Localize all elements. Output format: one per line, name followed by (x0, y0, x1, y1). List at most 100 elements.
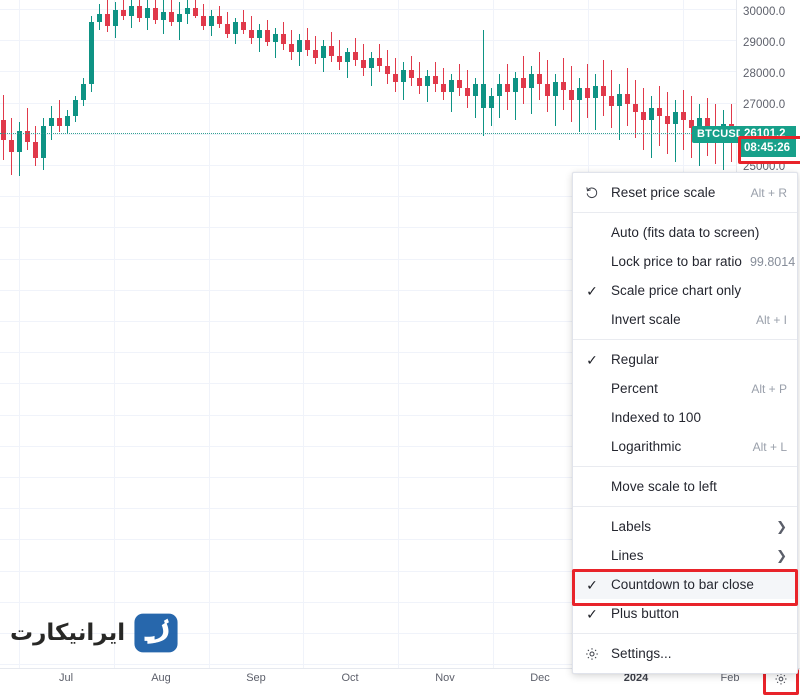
menu-item-label: Reset price scale (611, 185, 716, 200)
candle-body (185, 8, 190, 14)
menu-item-move-scale-to-left[interactable]: Move scale to left (573, 472, 797, 501)
menu-item-label: Invert scale (611, 312, 681, 327)
candle-body (665, 116, 670, 124)
menu-item-reset-price-scale[interactable]: Reset price scale Alt + R (573, 178, 797, 207)
menu-group: Reset price scale Alt + R (573, 173, 797, 212)
candle-body (601, 86, 606, 96)
candle-body (225, 24, 230, 34)
time-tick-label: Nov (435, 672, 455, 684)
candle-body (353, 52, 358, 60)
menu-group: Labels ❯ Lines ❯ ✓ Countdown to bar close ✓ Plu… (572, 507, 798, 633)
menu-item-settings[interactable]: Settings... (573, 639, 797, 668)
candle-body (49, 118, 54, 126)
candle-body (417, 78, 422, 86)
candle-wick (619, 84, 620, 140)
candle-body (641, 112, 646, 120)
candle-wick (659, 86, 660, 146)
menu-item-label: Labels (611, 519, 652, 534)
candle-body (393, 74, 398, 82)
candle-body (369, 58, 374, 68)
check-icon: ✓ (586, 576, 598, 593)
menu-group: Auto (fits data to screen) Lock price to … (573, 213, 797, 339)
time-tick-label: Sep (246, 672, 266, 684)
candle-body (145, 8, 150, 18)
candle-body (57, 118, 62, 126)
candle-body (81, 84, 86, 100)
candle-body (449, 80, 454, 92)
candle-wick (595, 74, 596, 130)
candle-body (521, 78, 526, 88)
menu-item-plus-button[interactable]: ✓ Plus button (573, 599, 797, 628)
time-tick-label: Jul (58, 672, 74, 684)
candle-body (177, 14, 182, 22)
candle-body (73, 100, 78, 116)
candle-body (513, 78, 518, 92)
countdown-tag[interactable]: 08:45:26 (740, 140, 796, 157)
candle-body (553, 82, 558, 96)
price-tick-label: 30000.0 (743, 6, 786, 18)
menu-item-scale-price-chart-only[interactable]: ✓ Scale price chart only (573, 276, 797, 305)
candle-body (497, 84, 502, 96)
candle-body (593, 86, 598, 98)
candle-body (217, 16, 222, 24)
candle-body (633, 104, 638, 112)
candle-wick (275, 28, 276, 58)
menu-item-percent[interactable]: Percent Alt + P (573, 374, 797, 403)
candle-body (441, 84, 446, 92)
reset-icon (573, 178, 611, 207)
candle-wick (59, 100, 60, 132)
candle-body (681, 112, 686, 120)
menu-item-labels[interactable]: Labels ❯ (573, 512, 797, 541)
menu-item-label: Settings... (611, 646, 672, 661)
menu-item-regular[interactable]: ✓ Regular (573, 345, 797, 374)
candle-body (385, 66, 390, 74)
candle-body (361, 60, 366, 68)
candle-body (705, 118, 710, 126)
time-tick-label: Aug (151, 672, 171, 684)
candle-body (201, 16, 206, 26)
price-scale-context-menu[interactable]: Reset price scale Alt + R Auto (fits data … (572, 172, 798, 674)
menu-item-label: Scale price chart only (611, 283, 742, 298)
menu-item-indexed-to-100[interactable]: Indexed to 100 (573, 403, 797, 432)
menu-group: ✓ Regular Percent Alt + P Indexed to 100 Loga… (573, 340, 797, 466)
menu-item-icon-slot (573, 472, 611, 501)
candle-wick (27, 108, 28, 150)
candle-body (209, 16, 214, 26)
iranicard-logo-icon (134, 613, 178, 653)
candle-body (297, 40, 302, 52)
candle-body (329, 46, 334, 56)
menu-item-icon-slot (573, 403, 611, 432)
candle-body (545, 84, 550, 96)
menu-item-icon-slot (573, 374, 611, 403)
candle-body (409, 70, 414, 78)
candle-wick (651, 96, 652, 158)
candle-body (249, 30, 254, 38)
candle-body (313, 50, 318, 58)
menu-item-value: 99.8014 (749, 254, 796, 269)
menu-item-shortcut: Alt + P (751, 381, 787, 396)
candle-wick (675, 100, 676, 162)
candle-body (41, 126, 46, 158)
menu-item-lock-price-to-bar-ratio[interactable]: Lock price to bar ratio 99.8014 (573, 247, 797, 276)
menu-item-countdown-to-bar-close[interactable]: ✓ Countdown to bar close (572, 569, 798, 606)
watermark: ایرانیکارت (10, 612, 179, 654)
candle-body (265, 30, 270, 42)
menu-item-icon-slot (573, 305, 611, 334)
menu-item-lines[interactable]: Lines ❯ (573, 541, 797, 570)
candle-body (289, 44, 294, 52)
candle-body (457, 80, 462, 88)
menu-item-icon-slot (573, 541, 611, 570)
candle-body (433, 76, 438, 84)
candle-body (257, 30, 262, 38)
menu-item-logarithmic[interactable]: Logarithmic Alt + L (573, 432, 797, 461)
candle-body (465, 88, 470, 96)
candle-body (113, 10, 118, 26)
menu-item-shortcut: Alt + L (752, 439, 787, 454)
menu-item-auto-fits-data-to-screen[interactable]: Auto (fits data to screen) (573, 218, 797, 247)
candle-body (537, 74, 542, 84)
candle-body (97, 14, 102, 22)
candle-body (89, 22, 94, 84)
candle-wick (427, 70, 428, 102)
price-tick-label: 27000.0 (743, 99, 786, 111)
menu-item-invert-scale[interactable]: Invert scale Alt + I (573, 305, 797, 334)
